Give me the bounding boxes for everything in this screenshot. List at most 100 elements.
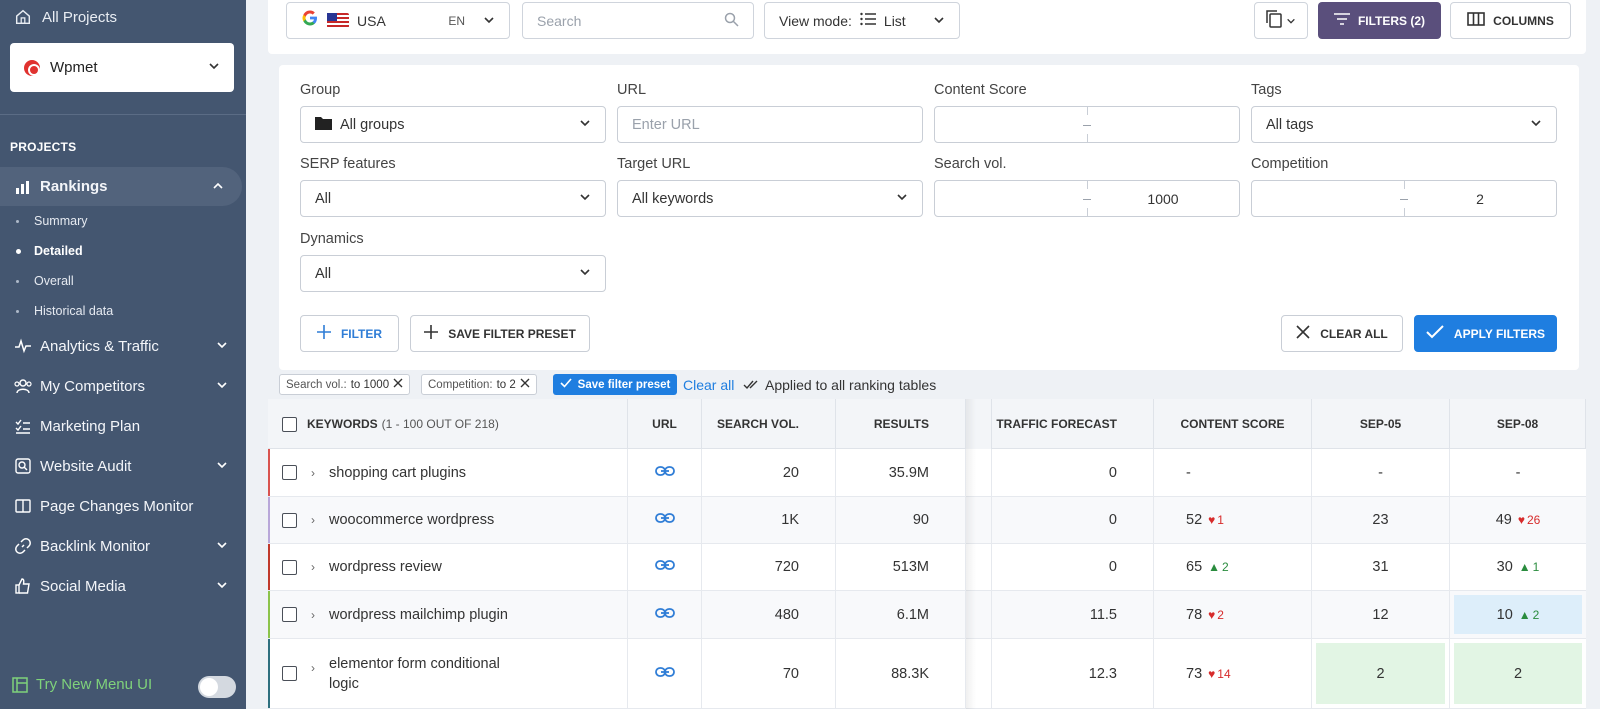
traffic-forecast: 0 xyxy=(992,449,1154,496)
dynamics-select[interactable]: All xyxy=(300,255,606,292)
sidebar-item-rankings[interactable]: Rankings xyxy=(0,167,242,206)
columns-button[interactable]: COLUMNS xyxy=(1450,2,1571,39)
sidebar-subitem-detailed[interactable]: Detailed xyxy=(0,236,246,266)
link-icon[interactable] xyxy=(654,512,675,528)
target-url-select[interactable]: All keywords xyxy=(617,180,923,217)
sidebar-item-label: Rankings xyxy=(40,178,108,195)
content-score: 73 xyxy=(1186,665,1203,682)
country-select[interactable]: USA EN xyxy=(286,2,510,39)
filter-chip-competition[interactable]: Competition: to 2 xyxy=(421,374,537,395)
table-row[interactable]: › wordpress mailchimp plugin 480 6.1M 11… xyxy=(268,591,1586,639)
sidebar-item-marketing-plan[interactable]: Marketing Plan xyxy=(0,406,246,446)
heart-down-icon: ♥ xyxy=(1208,607,1216,622)
sidebar-item-label: Backlink Monitor xyxy=(40,537,151,555)
copy-menu-button[interactable] xyxy=(1254,2,1308,39)
keyword[interactable]: wordpress review xyxy=(329,557,442,577)
sidebar-item-website-audit[interactable]: Website Audit xyxy=(0,446,246,486)
keyword[interactable]: elementor form conditional logic xyxy=(329,654,500,694)
sidebar-subitem-historical[interactable]: Historical data xyxy=(0,296,246,326)
toolbar: USA EN Search View mode: List FILTERS (2… xyxy=(268,0,1586,54)
row-checkbox[interactable] xyxy=(282,465,297,480)
table-row[interactable]: › shopping cart plugins 20 35.9M 0 - - - xyxy=(268,449,1586,497)
sidebar-subitem-summary[interactable]: Summary xyxy=(0,206,246,236)
position-sep-05: 31 xyxy=(1312,544,1450,590)
col-sep-08[interactable]: SEP-08 xyxy=(1450,399,1586,449)
competition-range[interactable]: 2 xyxy=(1251,180,1557,217)
rankings-table: KEYWORDS (1 - 100 OUT OF 218) URL SEARCH… xyxy=(268,399,1586,709)
sidebar-item-competitors[interactable]: My Competitors xyxy=(0,366,246,406)
save-filter-preset-chip[interactable]: Save filter preset xyxy=(553,374,677,395)
col-keywords[interactable]: KEYWORDS (1 - 100 OUT OF 218) xyxy=(268,399,628,449)
col-traffic-forecast[interactable]: TRAFFIC FORECAST xyxy=(992,399,1154,449)
clear-all-button[interactable]: CLEAR ALL xyxy=(1281,315,1403,352)
search-placeholder: Search xyxy=(537,12,582,29)
traffic-forecast: 12.3 xyxy=(992,639,1154,708)
col-content-score[interactable]: CONTENT SCORE xyxy=(1154,399,1312,449)
chevron-down-icon xyxy=(216,458,228,475)
url-input[interactable]: Enter URL xyxy=(617,106,923,143)
save-filter-preset-button[interactable]: SAVE FILTER PRESET xyxy=(410,315,590,352)
col-sep-05[interactable]: SEP-05 xyxy=(1312,399,1450,449)
apply-filters-button[interactable]: APPLY FILTERS xyxy=(1414,315,1557,352)
us-flag-icon xyxy=(327,13,349,28)
link-icon[interactable] xyxy=(654,465,675,481)
sidebar-item-backlink[interactable]: Backlink Monitor xyxy=(0,526,246,566)
url-placeholder: Enter URL xyxy=(632,116,700,133)
chevron-right-icon[interactable]: › xyxy=(311,661,315,675)
content-score-range[interactable] xyxy=(934,106,1240,143)
table-row[interactable]: › wordpress review 720 513M 0 65 ▲ 2 31 3… xyxy=(268,544,1586,591)
new-menu-toggle[interactable] xyxy=(198,676,236,698)
group-select[interactable]: All groups xyxy=(300,106,606,143)
view-mode-select[interactable]: View mode: List xyxy=(764,2,960,39)
sidebar-divider xyxy=(0,114,246,115)
all-projects-link[interactable]: All Projects xyxy=(14,8,117,26)
position-sep-05: 2 xyxy=(1376,665,1385,682)
col-search-vol[interactable]: SEARCH VOL. xyxy=(702,399,836,449)
tags-select[interactable]: All tags xyxy=(1251,106,1557,143)
clear-all-link[interactable]: Clear all xyxy=(683,377,734,393)
chevron-right-icon[interactable]: › xyxy=(311,513,315,527)
search-vol: 70 xyxy=(702,639,836,708)
filters-button[interactable]: FILTERS (2) xyxy=(1318,2,1441,39)
project-select[interactable]: Wpmet xyxy=(10,43,234,92)
table-row[interactable]: › woocommerce wordpress 1K 90 0 52 ♥ 1 23… xyxy=(268,497,1586,544)
link-icon[interactable] xyxy=(654,607,675,623)
sidebar-item-analytics[interactable]: Analytics & Traffic xyxy=(0,326,246,366)
triangle-up-icon: ▲ xyxy=(1208,560,1221,574)
results: 513M xyxy=(836,544,966,590)
search-vol-range[interactable]: 1000 xyxy=(934,180,1240,217)
try-new-label: Try New Menu UI xyxy=(36,676,153,693)
link-icon[interactable] xyxy=(654,559,675,575)
subitem-label: Overall xyxy=(34,274,74,288)
keyword[interactable]: shopping cart plugins xyxy=(329,463,466,483)
row-checkbox[interactable] xyxy=(282,512,297,528)
search-input[interactable]: Search xyxy=(522,2,754,39)
link-icon[interactable] xyxy=(654,666,675,682)
keyword[interactable]: woocommerce wordpress xyxy=(329,510,494,530)
col-url[interactable]: URL xyxy=(628,399,702,449)
filter-chip-search-vol[interactable]: Search vol.: to 1000 xyxy=(279,374,411,395)
sidebar-subitem-overall[interactable]: Overall xyxy=(0,266,246,296)
row-checkbox[interactable] xyxy=(282,559,297,575)
table-row[interactable]: › elementor form conditional logic 70 88… xyxy=(268,639,1586,709)
select-all-checkbox[interactable] xyxy=(282,416,297,432)
sidebar-item-page-changes[interactable]: Page Changes Monitor xyxy=(0,486,246,526)
checklist-icon xyxy=(14,417,32,435)
add-filter-button[interactable]: FILTER xyxy=(300,315,399,352)
content-score-delta: ▲ 2 xyxy=(1208,560,1229,574)
close-icon[interactable] xyxy=(393,378,403,391)
close-icon[interactable] xyxy=(520,378,530,391)
row-checkbox[interactable] xyxy=(282,607,297,622)
table-header: KEYWORDS (1 - 100 OUT OF 218) URL SEARCH… xyxy=(268,399,1586,449)
col-results[interactable]: RESULTS xyxy=(836,399,966,449)
try-new-menu[interactable]: Try New Menu UI xyxy=(12,676,152,693)
columns-button-label: COLUMNS xyxy=(1493,13,1554,28)
sidebar-item-social-media[interactable]: Social Media xyxy=(0,566,246,606)
chevron-right-icon[interactable]: › xyxy=(311,560,315,574)
row-checkbox[interactable] xyxy=(282,666,297,681)
serp-select[interactable]: All xyxy=(300,180,606,217)
chevron-right-icon[interactable]: › xyxy=(311,608,315,622)
chevron-down-icon xyxy=(216,538,228,555)
chevron-right-icon[interactable]: › xyxy=(311,466,315,480)
keyword[interactable]: wordpress mailchimp plugin xyxy=(329,605,508,625)
